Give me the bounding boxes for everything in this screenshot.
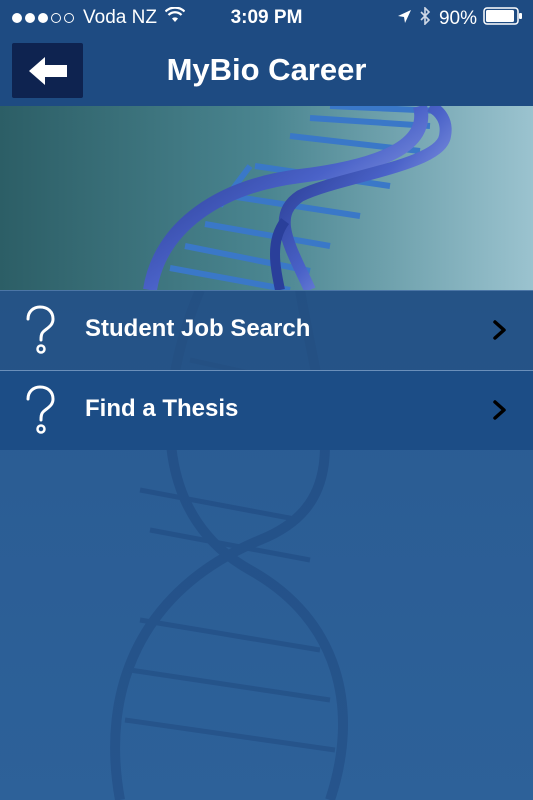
page-title: MyBio Career — [166, 52, 367, 87]
menu-item-student-job-search[interactable]: Student Job Search — [0, 291, 533, 370]
battery-percent: 90% — [438, 8, 477, 29]
dna-helix-image — [0, 106, 533, 290]
bluetooth-icon — [420, 6, 431, 31]
menu-item-label: Student Job Search — [85, 315, 311, 342]
chevron-right-icon — [492, 399, 508, 425]
nav-bar: MyBio Career — [0, 36, 533, 106]
chevron-right-icon — [492, 319, 508, 345]
menu-item-label: Find a Thesis — [85, 395, 239, 422]
status-right: 90% — [397, 6, 523, 31]
location-arrow-icon — [397, 8, 412, 30]
question-mark-icon — [20, 305, 60, 359]
question-mark-icon — [20, 385, 60, 439]
menu-item-find-a-thesis[interactable]: Find a Thesis — [0, 371, 533, 450]
app-screen: Voda NZ 3:09 PM 90% MyBio Career Student… — [0, 0, 533, 800]
status-bar: Voda NZ 3:09 PM 90% — [0, 0, 533, 36]
battery-icon — [483, 7, 523, 31]
